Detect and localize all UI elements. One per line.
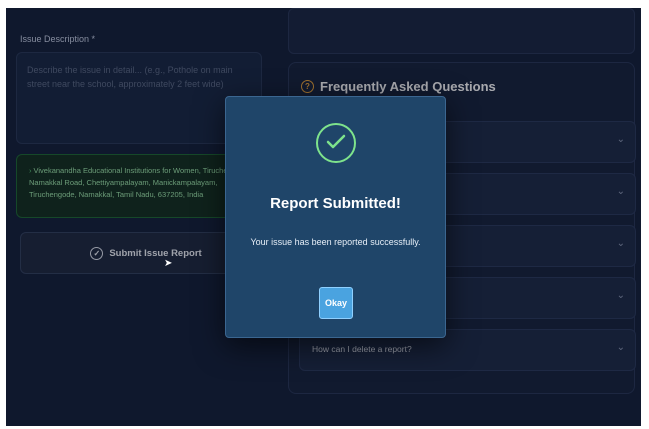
check-circle-icon bbox=[316, 123, 356, 163]
success-modal: Report Submitted! Your issue has been re… bbox=[225, 96, 446, 338]
okay-button[interactable]: Okay bbox=[319, 287, 353, 319]
modal-title: Report Submitted! bbox=[270, 195, 401, 212]
mouse-cursor-icon: ➤ bbox=[164, 258, 173, 269]
modal-message: Your issue has been reported successfull… bbox=[250, 237, 421, 247]
checkmark-glyph bbox=[326, 134, 346, 149]
app-screen: Issue Description * Describe the issue i… bbox=[6, 8, 641, 426]
